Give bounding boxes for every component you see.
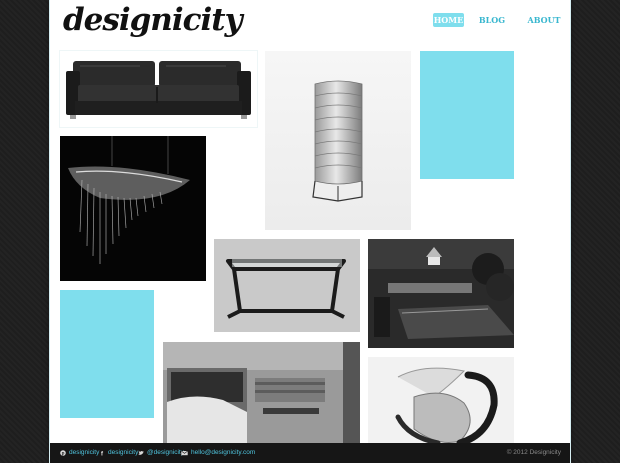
cabinet-image <box>312 80 363 202</box>
bedroom-photo[interactable] <box>163 342 360 452</box>
curved-chair-photo[interactable] <box>368 357 514 452</box>
site-logo[interactable]: designicity <box>63 3 243 37</box>
mail-icon <box>181 450 188 456</box>
page: designicity HOME BLOG ABOUT <box>50 0 570 463</box>
footer-link-label: @designicity <box>147 449 184 456</box>
bedroom-image <box>163 342 360 452</box>
chair-image <box>368 357 514 452</box>
footer-link-label: hello@designicity.com <box>191 449 256 456</box>
cyan-block-top <box>420 51 514 179</box>
svg-text:p: p <box>62 450 65 455</box>
nav-home[interactable]: HOME <box>433 13 464 27</box>
footer-link-pinterest[interactable]: p designicity <box>60 449 99 456</box>
nav-about[interactable]: ABOUT <box>526 13 562 27</box>
restaurant-image <box>368 239 514 348</box>
footer-link-twitter[interactable]: @designicity <box>138 449 184 456</box>
restaurant-interior-photo[interactable] <box>368 239 514 348</box>
footer-link-label: designicity <box>69 449 100 456</box>
glass-table-photo[interactable] <box>214 239 360 332</box>
facebook-icon: f <box>99 450 105 457</box>
footer-link-facebook[interactable]: f designicity <box>99 449 139 457</box>
twitter-icon <box>138 450 144 456</box>
nav-blog[interactable]: BLOG <box>476 13 508 27</box>
sofa-photo[interactable] <box>60 51 257 127</box>
cyan-block-bottom <box>60 290 154 418</box>
sofa-image <box>66 61 251 119</box>
copyright-text: © 2012 Designicity <box>506 449 561 456</box>
svg-text:f: f <box>101 450 104 455</box>
tall-metal-cabinet-photo[interactable] <box>265 51 411 230</box>
chandelier-photo[interactable] <box>60 136 206 281</box>
pinterest-icon: p <box>60 449 66 456</box>
footer: p designicity f designicity @designicity… <box>50 443 570 463</box>
footer-link-label: designicity <box>108 449 139 456</box>
glass-table-image <box>214 239 360 332</box>
chandelier-image <box>68 136 190 264</box>
footer-link-email[interactable]: hello@designicity.com <box>181 449 255 456</box>
